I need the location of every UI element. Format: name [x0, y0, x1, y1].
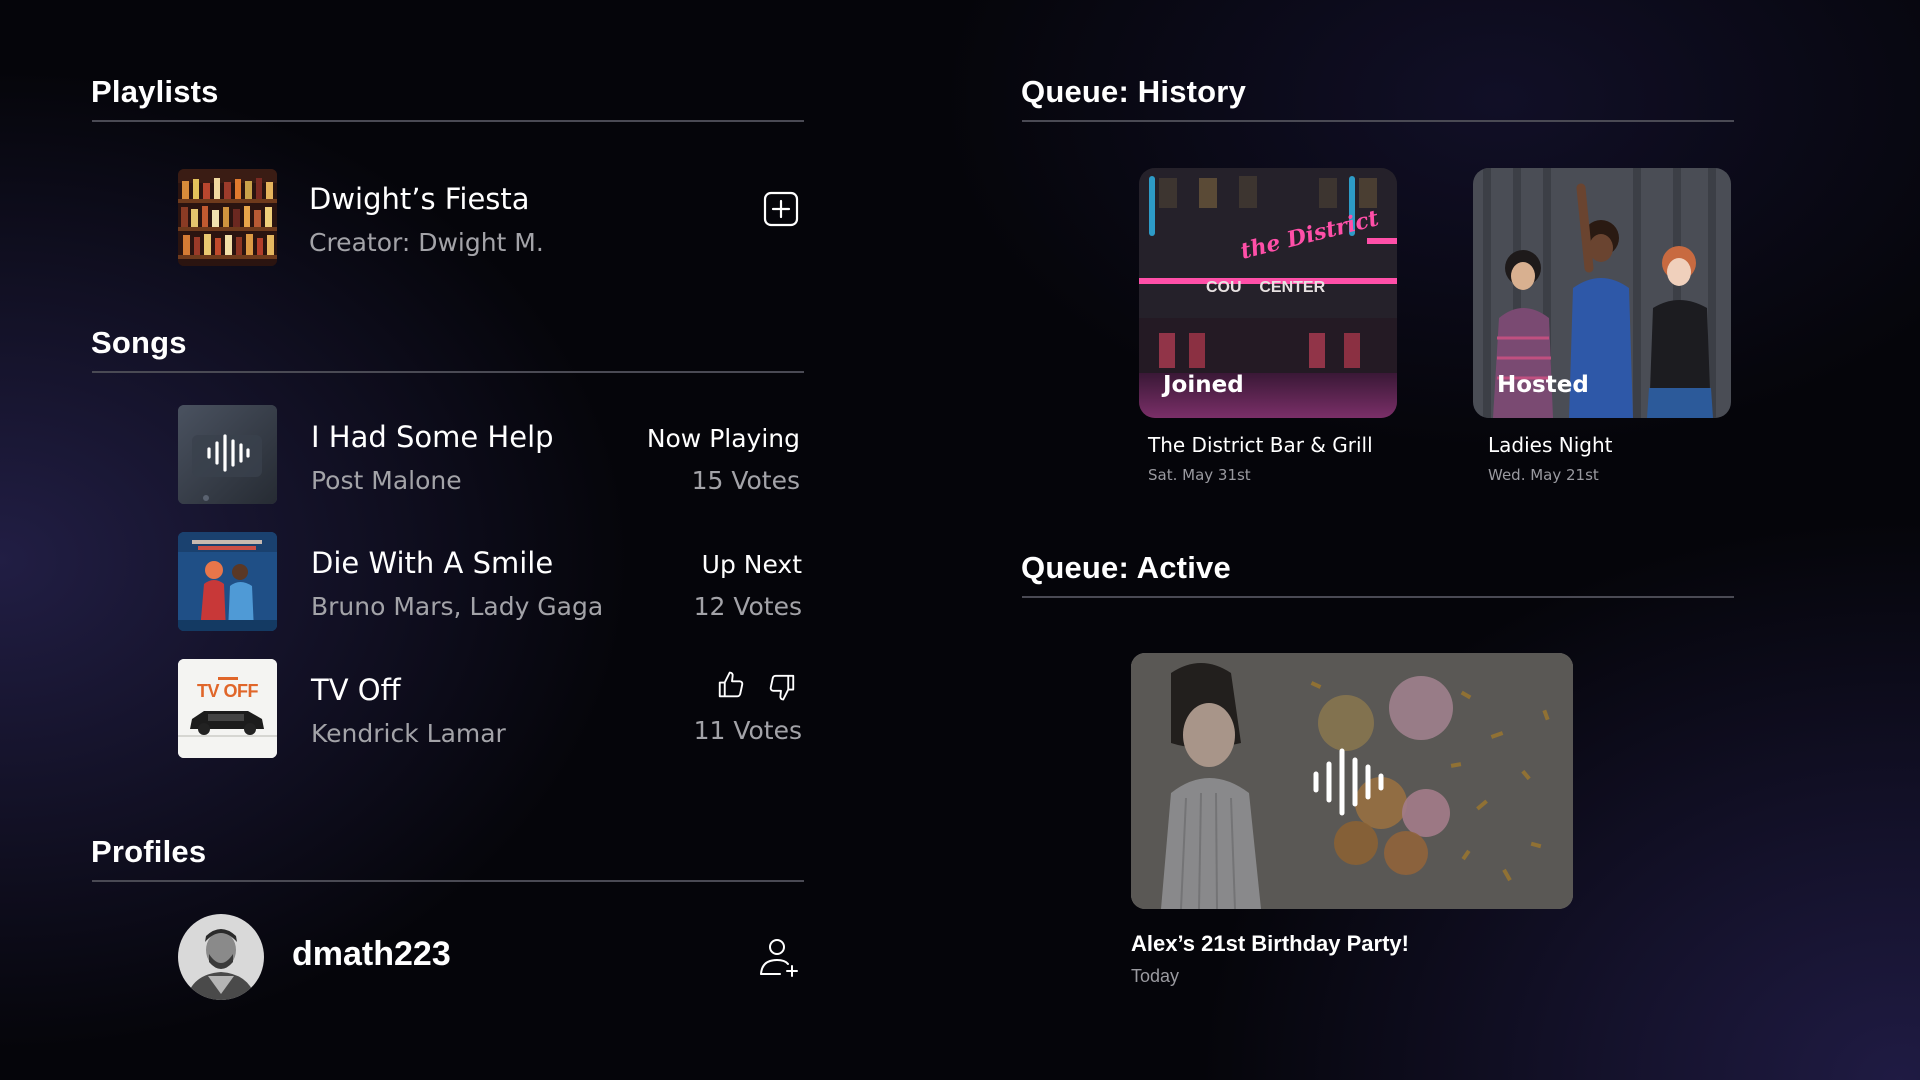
profiles-heading: Profiles — [91, 834, 207, 869]
waveform-icon — [205, 432, 251, 474]
song-title: Die With A Smile — [311, 546, 554, 580]
profile-username: dmath223 — [292, 935, 451, 973]
songs-divider — [92, 371, 804, 373]
playlist-creator: Creator: Dwight M. — [309, 228, 544, 257]
thumbs-up-icon — [718, 671, 744, 698]
add-friend-button[interactable] — [758, 936, 802, 978]
queue-active-heading: Queue: Active — [1021, 550, 1231, 585]
song-title: I Had Some Help — [311, 420, 554, 454]
song-status: Up Next — [701, 550, 802, 579]
queue-label: Joined — [1163, 372, 1244, 398]
playlist-cover-image — [178, 169, 277, 266]
queue-name: The District Bar & Grill — [1148, 433, 1373, 457]
queue-name: Alex’s 21st Birthday Party! — [1131, 931, 1409, 956]
queue-active-divider — [1022, 596, 1734, 598]
queue-name: Ladies Night — [1488, 433, 1613, 457]
songs-heading: Songs — [91, 325, 187, 360]
song-cover-image — [178, 532, 277, 631]
song-cover-text: TV OFF — [197, 681, 259, 701]
song-artist: Post Malone — [311, 466, 462, 495]
queue-label: Hosted — [1497, 372, 1589, 398]
playlist-name: Dwight’s Fiesta — [309, 182, 530, 216]
queue-date: Today — [1131, 966, 1180, 986]
queue-date: Sat. May 31st — [1148, 466, 1251, 484]
queue-history-divider — [1022, 120, 1734, 122]
upvote-button[interactable] — [716, 670, 746, 700]
storefront-text: COU CENTER — [1206, 279, 1326, 296]
avatar — [178, 914, 264, 1000]
song-artist: Bruno Mars, Lady Gaga — [311, 592, 604, 621]
downvote-button[interactable] — [767, 672, 797, 702]
add-user-icon — [760, 939, 798, 977]
thumbs-down-icon — [769, 674, 795, 701]
song-status: Now Playing — [646, 424, 800, 453]
playlists-heading: Playlists — [91, 74, 219, 109]
song-artist: Kendrick Lamar — [311, 719, 506, 748]
song-title: TV Off — [311, 673, 401, 707]
song-votes: 12 Votes — [693, 592, 802, 621]
queue-date: Wed. May 21st — [1488, 466, 1599, 484]
add-playlist-button[interactable] — [763, 191, 799, 227]
queue-history-heading: Queue: History — [1021, 74, 1247, 109]
profiles-divider — [92, 880, 804, 882]
song-cover-image — [178, 659, 277, 758]
add-square-icon — [763, 191, 799, 227]
song-votes: 15 Votes — [691, 466, 800, 495]
song-votes: 11 Votes — [693, 716, 802, 745]
waveform-icon — [1311, 746, 1387, 818]
playlists-divider — [92, 120, 804, 122]
